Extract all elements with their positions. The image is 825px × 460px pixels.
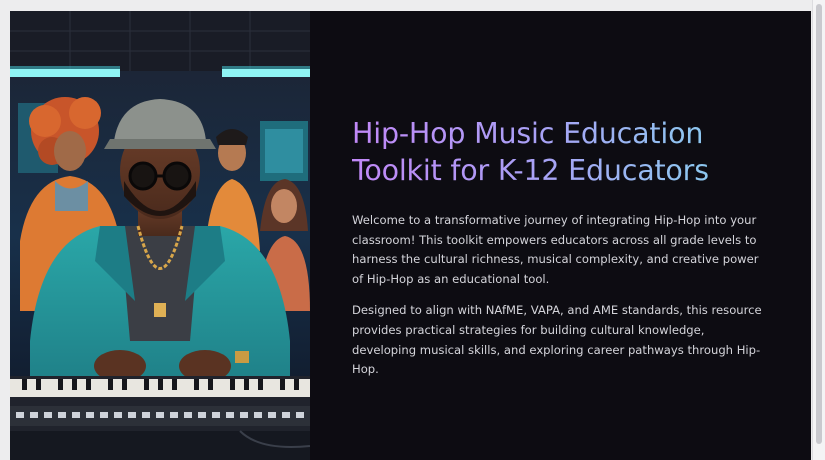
hero-illustration: [10, 11, 310, 460]
intro-paragraph: Welcome to a transformative journey of i…: [352, 213, 759, 286]
slide: Hip-Hop Music Education Toolkit for K-12…: [10, 11, 811, 460]
slide-title-line-2: Toolkit for K-12 Educators: [352, 154, 709, 187]
standards-paragraph: Designed to align with NAfME, VAPA, and …: [352, 303, 762, 377]
slide-title: Hip-Hop Music Education Toolkit for K-12…: [352, 115, 772, 189]
slide-title-line-1: Hip-Hop Music Education: [352, 117, 704, 150]
scrollbar-thumb[interactable]: [816, 4, 822, 444]
vertical-scrollbar[interactable]: [812, 0, 825, 460]
slide-content: Hip-Hop Music Education Toolkit for K-12…: [352, 115, 772, 392]
presentation-viewport: Hip-Hop Music Education Toolkit for K-12…: [0, 0, 825, 460]
